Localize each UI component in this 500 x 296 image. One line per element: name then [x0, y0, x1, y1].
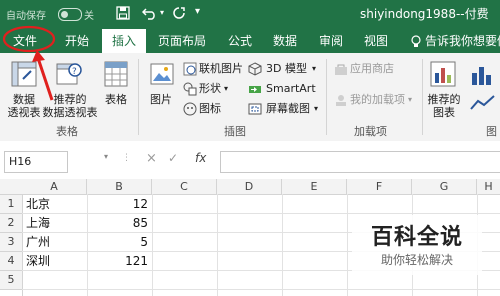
3d-model-dropdown-icon[interactable]: ▾ [312, 61, 316, 77]
group-separator [326, 59, 327, 135]
screenshot-icon [248, 103, 262, 115]
tell-me-search[interactable]: 告诉我你想要做什 [425, 31, 500, 51]
column-header-f[interactable]: F [347, 179, 412, 194]
online-picture-icon [183, 62, 197, 76]
column-header-d[interactable]: D [217, 179, 282, 194]
redo-icon[interactable] [172, 6, 186, 20]
row-header[interactable]: 2 [0, 214, 22, 233]
group-separator [138, 59, 139, 135]
tab-view[interactable]: 视图 [364, 31, 388, 51]
insert-function-button[interactable]: fx [195, 151, 206, 165]
column-header-e[interactable]: E [282, 179, 347, 194]
name-box-value: H16 [9, 155, 32, 168]
store-button[interactable]: 应用商店 [350, 61, 394, 77]
my-addins-icon [336, 95, 346, 106]
shapes-icon [183, 82, 197, 96]
recommended-charts-button[interactable]: 推荐的 图表 [424, 93, 464, 119]
tab-review[interactable]: 审阅 [319, 31, 343, 51]
column-chart-icon[interactable] [470, 61, 496, 87]
group-separator [422, 59, 423, 135]
watermark-title: 百科全说 [370, 225, 463, 250]
cell-b4[interactable]: 121 [88, 252, 148, 270]
screenshot-dropdown-icon[interactable]: ▾ [314, 101, 318, 117]
store-icon [335, 64, 347, 75]
row-header[interactable]: 1 [0, 195, 22, 214]
title-bar: 自动保存 关 ▾ ▾ shiyindong1988--付费 [0, 0, 500, 27]
table-icon[interactable] [104, 61, 128, 87]
picture-button[interactable]: 图片 [146, 93, 176, 106]
lightbulb-icon [411, 35, 421, 47]
cell-b3[interactable]: 5 [88, 233, 148, 251]
cell-a4[interactable]: 深圳 [26, 252, 50, 270]
customize-toolbar-icon[interactable]: ▾ [195, 6, 200, 17]
group-addins-label: 加载项 [354, 125, 387, 138]
shapes-button[interactable]: 形状 [199, 81, 221, 97]
svg-text:?: ? [72, 67, 77, 77]
3d-model-button[interactable]: 3D 模型 [266, 61, 307, 77]
cell-b2[interactable]: 85 [88, 214, 148, 232]
tab-data[interactable]: 数据 [273, 31, 297, 51]
ribbon-tabs: 文件 开始 插入 页面布局 公式 数据 审阅 视图 告诉我你想要做什 [0, 27, 500, 53]
my-addins-dropdown-icon[interactable]: ▾ [408, 92, 412, 108]
group-tables-label: 表格 [56, 125, 78, 138]
column-header-b[interactable]: B [87, 179, 152, 194]
autosave-state: 关 [84, 11, 94, 22]
cell-a1[interactable]: 北京 [26, 195, 50, 213]
tab-formulas[interactable]: 公式 [228, 31, 252, 51]
recommended-charts-icon[interactable] [430, 61, 456, 87]
enter-icon[interactable]: ✓ [168, 151, 178, 165]
select-all-corner[interactable] [0, 179, 23, 195]
save-icon[interactable] [116, 6, 130, 20]
formula-bar-area: H16 ▾ ⋮ × ✓ fx [0, 141, 500, 179]
name-box-dropdown-icon[interactable]: ▾ [104, 152, 108, 161]
watermark-subtitle: 助你轻松解决 [380, 253, 453, 267]
shapes-dropdown-icon[interactable]: ▾ [224, 81, 228, 97]
smartart-button[interactable]: SmartArt [266, 81, 316, 97]
column-header-h[interactable]: H [477, 179, 500, 194]
formula-input[interactable] [220, 151, 500, 173]
formula-options-icon: ⋮ [122, 153, 131, 163]
undo-dropdown-icon[interactable]: ▾ [160, 8, 164, 17]
undo-icon[interactable] [142, 6, 158, 20]
name-box[interactable]: H16 [4, 151, 68, 173]
online-picture-button[interactable]: 联机图片 [199, 61, 243, 77]
my-addins-button[interactable]: 我的加载项 [350, 92, 405, 108]
table-button[interactable]: 表格 [101, 93, 131, 106]
3d-model-icon [248, 62, 262, 76]
screenshot-button[interactable]: 屏幕截图 [266, 101, 310, 117]
line-chart-icon[interactable] [470, 93, 496, 113]
cell-a2[interactable]: 上海 [26, 214, 50, 232]
smartart-icon [249, 86, 261, 93]
cell-a3[interactable]: 广州 [26, 233, 50, 251]
annotation-arrow [32, 50, 54, 101]
column-header-a[interactable]: A [22, 179, 87, 194]
column-header-g[interactable]: G [412, 179, 477, 194]
icons-button[interactable]: 图标 [199, 101, 221, 117]
row-header[interactable]: 5 [0, 271, 22, 290]
row-header[interactable]: 3 [0, 233, 22, 252]
cancel-icon[interactable]: × [146, 151, 157, 166]
autosave-label: 自动保存 [6, 11, 46, 22]
tab-page-layout[interactable]: 页面布局 [158, 31, 206, 51]
watermark: 百科全说 助你轻松解决 [352, 215, 482, 275]
group-illustrations-label: 插图 [224, 125, 246, 138]
tab-insert[interactable]: 插入 [102, 29, 147, 53]
account-name[interactable]: shiyindong1988--付费 [360, 5, 489, 22]
cell-b5[interactable] [88, 271, 148, 289]
cell-b1[interactable]: 12 [88, 195, 148, 213]
column-header-c[interactable]: C [152, 179, 217, 194]
row-header[interactable]: 4 [0, 252, 22, 271]
ribbon-insert: 数据 透视表 ? 推荐的 数据透视表 表格 表格 图片 联机图片 形状 ▾ 图标 [0, 53, 500, 154]
picture-icon[interactable] [150, 63, 174, 85]
autosave-toggle[interactable] [58, 8, 82, 21]
icons-icon [183, 102, 197, 116]
